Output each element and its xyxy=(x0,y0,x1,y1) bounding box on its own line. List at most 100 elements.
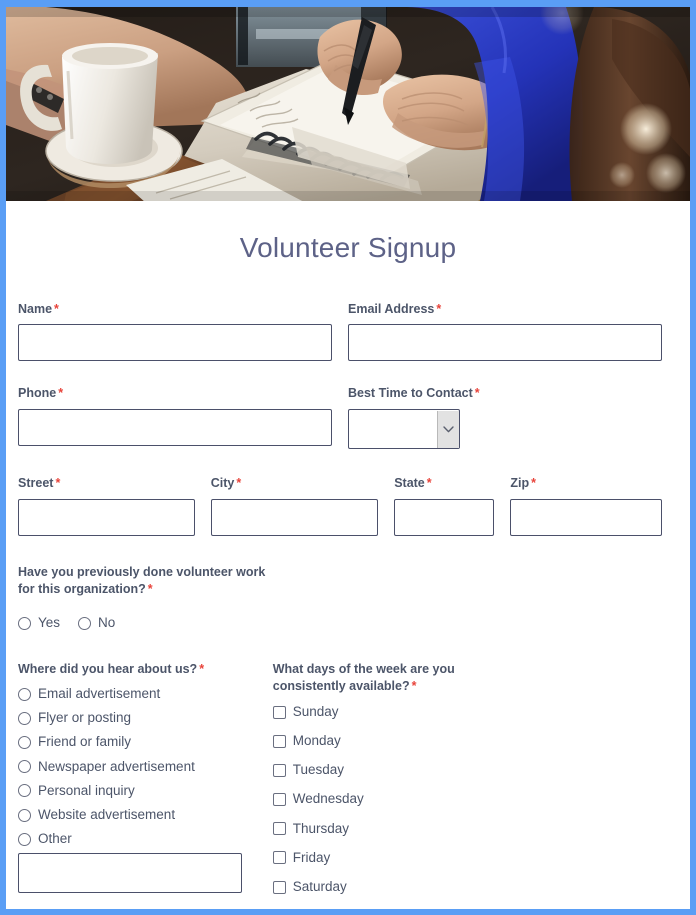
radio-icon[interactable] xyxy=(18,711,31,725)
checkbox-option-saturday[interactable]: Saturday xyxy=(272,879,678,895)
checkbox-option-friday[interactable]: Friday xyxy=(272,849,678,866)
required-marker: * xyxy=(436,301,442,316)
state-label-text: State xyxy=(394,476,425,491)
field-phone: Phone * xyxy=(18,385,348,449)
best-time-select[interactable] xyxy=(348,409,460,450)
checkbox-option-label: Saturday xyxy=(292,879,347,895)
radio-option-label: Email advertisement xyxy=(38,686,161,702)
radio-option-yes[interactable]: Yes xyxy=(18,615,60,631)
row-address: Street * City * State * Zip * xyxy=(18,475,678,537)
volunteer-signup-form: Volunteer Signup Name * Email Address * Ph… xyxy=(0,0,696,915)
field-city: City * xyxy=(210,475,394,537)
state-input[interactable] xyxy=(394,499,495,537)
city-label: City * xyxy=(211,475,378,492)
row-bottom-questions: Where did you hear about us? * Email adve… xyxy=(18,661,678,895)
radio-option-no[interactable]: No xyxy=(78,615,115,631)
radio-option-label: Personal inquiry xyxy=(38,782,135,798)
name-label-text: Name xyxy=(18,301,53,316)
available-days-label: What days of the week are you consistent… xyxy=(273,661,485,695)
city-label-text: City xyxy=(210,476,235,491)
previous-volunteer-label: Have you previously done volunteer work … xyxy=(18,564,266,598)
checkbox-icon[interactable] xyxy=(272,880,286,894)
checkbox-option-thursday[interactable]: Thursday xyxy=(272,821,678,837)
previous-volunteer-options: Yes No xyxy=(18,607,678,631)
header-banner-image xyxy=(6,7,690,201)
field-email: Email Address * xyxy=(348,301,678,362)
header-photo-illustration xyxy=(6,7,690,201)
radio-icon[interactable] xyxy=(18,808,31,822)
street-label: Street * xyxy=(18,475,195,492)
form-body: Volunteer Signup Name * Email Address * Ph… xyxy=(6,231,690,895)
checkbox-icon[interactable] xyxy=(272,763,286,777)
radio-option-personal-inquiry[interactable]: Personal inquiry xyxy=(18,783,261,799)
phone-label-text: Phone xyxy=(18,386,57,401)
checkbox-icon[interactable] xyxy=(272,822,286,836)
required-marker: * xyxy=(531,476,536,491)
checkbox-option-tuesday[interactable]: Tuesday xyxy=(272,762,678,778)
state-label: State * xyxy=(394,475,494,492)
checkbox-option-sunday[interactable]: Sunday xyxy=(272,703,678,720)
required-marker: * xyxy=(58,386,64,401)
checkbox-option-label: Sunday xyxy=(292,703,339,719)
question-previous-volunteer: Have you previously done volunteer work … xyxy=(18,564,678,631)
radio-option-newspaper-advertisement[interactable]: Newspaper advertisement xyxy=(18,759,261,775)
radio-option-label: No xyxy=(98,614,116,630)
radio-option-email-advertisement[interactable]: Email advertisement xyxy=(18,686,261,702)
street-label-text: Street xyxy=(18,476,54,491)
checkbox-option-monday[interactable]: Monday xyxy=(272,733,678,749)
checkbox-icon[interactable] xyxy=(272,734,286,748)
available-days-options: Sunday Monday Tuesday Wednesday Thursday… xyxy=(272,703,678,895)
zip-input[interactable] xyxy=(510,499,662,537)
name-label: Name * xyxy=(18,301,332,318)
radio-option-label: Yes xyxy=(38,614,61,630)
best-time-label-text: Best Time to Contact xyxy=(348,386,473,401)
row-phone-besttime: Phone * Best Time to Contact * xyxy=(18,385,678,450)
field-best-time: Best Time to Contact * xyxy=(348,385,678,450)
required-marker: * xyxy=(199,662,205,677)
field-zip: Zip * xyxy=(510,475,678,537)
page-title: Volunteer Signup xyxy=(239,232,457,263)
radio-option-friend-or-family[interactable]: Friend or family xyxy=(18,734,261,750)
checkbox-option-label: Friday xyxy=(292,849,331,865)
radio-icon[interactable] xyxy=(18,784,31,798)
field-street: Street * xyxy=(18,475,211,537)
name-input[interactable] xyxy=(18,324,332,362)
radio-icon[interactable] xyxy=(18,616,31,630)
email-label-text: Email Address xyxy=(348,301,435,316)
row-name-email: Name * Email Address * xyxy=(18,301,678,362)
checkbox-option-label: Tuesday xyxy=(292,762,345,778)
previous-volunteer-label-text: Have you previously done volunteer work … xyxy=(18,565,266,597)
radio-option-other[interactable]: Other xyxy=(18,831,261,847)
email-label: Email Address * xyxy=(348,301,662,318)
best-time-label: Best Time to Contact * xyxy=(348,385,662,402)
checkbox-icon[interactable] xyxy=(272,851,286,865)
radio-icon[interactable] xyxy=(18,687,31,701)
required-marker: * xyxy=(147,582,153,597)
field-state: State * xyxy=(394,475,510,537)
radio-option-website-advertisement[interactable]: Website advertisement xyxy=(18,807,261,823)
checkbox-icon[interactable] xyxy=(272,793,286,807)
radio-option-label: Other xyxy=(38,831,72,847)
radio-option-label: Friend or family xyxy=(38,734,132,750)
checkbox-option-wednesday[interactable]: Wednesday xyxy=(272,791,678,807)
radio-icon[interactable] xyxy=(18,832,31,846)
email-field[interactable] xyxy=(348,324,662,362)
other-text-input[interactable] xyxy=(18,853,242,894)
city-input[interactable] xyxy=(210,499,379,537)
question-hear-about-us: Where did you hear about us? * Email adve… xyxy=(18,661,273,895)
zip-label: Zip * xyxy=(510,475,662,492)
checkbox-icon[interactable] xyxy=(272,705,286,719)
required-marker: * xyxy=(236,476,242,491)
radio-icon[interactable] xyxy=(78,616,92,630)
radio-icon[interactable] xyxy=(18,736,31,749)
radio-option-label: Website advertisement xyxy=(38,806,176,822)
radio-option-flyer-or-posting[interactable]: Flyer or posting xyxy=(18,710,261,726)
hear-about-label-text: Where did you hear about us? xyxy=(18,662,198,677)
field-name: Name * xyxy=(18,301,348,362)
radio-option-label: Flyer or posting xyxy=(38,710,132,726)
radio-icon[interactable] xyxy=(18,760,31,774)
available-days-label-text: What days of the week are you consistent… xyxy=(272,662,455,694)
radio-option-label: Newspaper advertisement xyxy=(38,758,195,774)
phone-input[interactable] xyxy=(18,409,332,447)
street-input[interactable] xyxy=(18,499,195,537)
